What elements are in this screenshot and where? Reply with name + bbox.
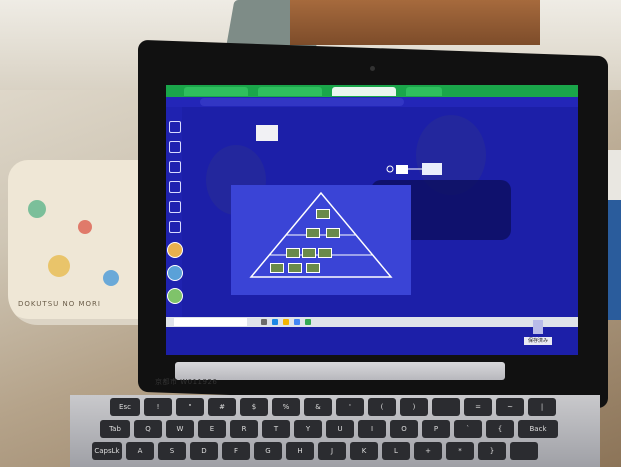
keyboard-key[interactable]: J bbox=[318, 442, 346, 460]
web-icon[interactable] bbox=[169, 201, 181, 213]
food-pyramid bbox=[249, 191, 393, 278]
keyboard-key[interactable]: ' bbox=[336, 398, 364, 416]
task-view-icon[interactable] bbox=[261, 319, 267, 325]
organism-photo[interactable] bbox=[286, 248, 300, 258]
keyboard-key[interactable]: W bbox=[166, 420, 194, 438]
keyboard-key[interactable]: Back bbox=[518, 420, 558, 438]
trash-icon[interactable] bbox=[533, 320, 543, 334]
keyboard-key[interactable]: & bbox=[304, 398, 332, 416]
store-icon[interactable] bbox=[294, 319, 300, 325]
image-icon[interactable] bbox=[169, 181, 181, 193]
camera-icon[interactable] bbox=[169, 121, 181, 133]
avatar[interactable] bbox=[167, 265, 183, 281]
keyboard-key[interactable]: Q bbox=[134, 420, 162, 438]
browser-tab-active[interactable] bbox=[332, 87, 396, 96]
pencil-case-pattern bbox=[48, 255, 70, 277]
keyboard-key[interactable]: Y bbox=[294, 420, 322, 438]
keyboard-key[interactable]: # bbox=[208, 398, 236, 416]
organism-photo[interactable] bbox=[306, 228, 320, 238]
keyboard-key[interactable]: ) bbox=[400, 398, 428, 416]
pencil-case-pattern bbox=[103, 270, 119, 286]
keyboard-key[interactable]: Esc bbox=[110, 398, 140, 416]
organism-photo[interactable] bbox=[316, 209, 330, 219]
wooden-cabinet bbox=[290, 0, 540, 45]
chrome-icon[interactable] bbox=[305, 319, 311, 325]
keyboard-key[interactable]: + bbox=[414, 442, 442, 460]
laptop-hinge bbox=[175, 362, 505, 380]
laptop-screen: 保存済み bbox=[166, 85, 578, 355]
taskbar-search[interactable] bbox=[174, 318, 247, 326]
keyboard-key[interactable]: ( bbox=[368, 398, 396, 416]
photo-scene: DOKUTSU NO MORI 保存済み 京都市 W011926 Esc ! "… bbox=[0, 0, 621, 467]
keyboard-key[interactable]: P bbox=[422, 420, 450, 438]
keyboard-key[interactable] bbox=[432, 398, 460, 416]
keyboard-key[interactable]: ~ bbox=[496, 398, 524, 416]
keyboard-key[interactable]: U bbox=[326, 420, 354, 438]
avatar[interactable] bbox=[167, 288, 183, 304]
url-field[interactable] bbox=[200, 98, 404, 106]
explorer-icon[interactable] bbox=[283, 319, 289, 325]
pencil-case-text: DOKUTSU NO MORI bbox=[18, 300, 101, 308]
asset-label: 京都市 W011926 bbox=[155, 378, 218, 386]
card-connector bbox=[386, 163, 442, 175]
tool-sidebar bbox=[166, 107, 183, 317]
organism-photo[interactable] bbox=[302, 248, 316, 258]
avatar[interactable] bbox=[167, 242, 183, 258]
keyboard-key[interactable]: O bbox=[390, 420, 418, 438]
organism-photo[interactable] bbox=[288, 263, 302, 273]
organism-photo[interactable] bbox=[318, 248, 332, 258]
keyboard-key[interactable]: A bbox=[126, 442, 154, 460]
keyboard-key[interactable]: } bbox=[478, 442, 506, 460]
edge-icon[interactable] bbox=[272, 319, 278, 325]
keyboard-key[interactable]: % bbox=[272, 398, 300, 416]
keyboard-key[interactable]: { bbox=[486, 420, 514, 438]
organism-photo[interactable] bbox=[306, 263, 320, 273]
keyboard-key[interactable]: F bbox=[222, 442, 250, 460]
keyboard-key[interactable]: I bbox=[358, 420, 386, 438]
browser-tab[interactable] bbox=[406, 87, 442, 96]
keyboard-key[interactable]: E bbox=[198, 420, 226, 438]
blank-card[interactable] bbox=[256, 125, 278, 141]
keyboard-key[interactable]: Tab bbox=[100, 420, 130, 438]
webcam bbox=[370, 66, 375, 71]
save-status-button[interactable]: 保存済み bbox=[524, 337, 552, 345]
browser-tab[interactable] bbox=[258, 87, 322, 96]
keyboard-key[interactable]: G bbox=[254, 442, 282, 460]
organism-photo[interactable] bbox=[270, 263, 284, 273]
keyboard-key[interactable]: * bbox=[446, 442, 474, 460]
keyboard-key[interactable]: R bbox=[230, 420, 258, 438]
keyboard-key[interactable]: D bbox=[190, 442, 218, 460]
card-icon[interactable] bbox=[169, 141, 181, 153]
pencil-case-pattern bbox=[78, 220, 92, 234]
keyboard-key[interactable]: S bbox=[158, 442, 186, 460]
keyboard-key[interactable]: = bbox=[464, 398, 492, 416]
keyboard-key[interactable]: ` bbox=[454, 420, 482, 438]
keyboard-key[interactable] bbox=[510, 442, 538, 460]
keyboard-key[interactable]: K bbox=[350, 442, 378, 460]
browser-tabbar bbox=[166, 85, 578, 97]
file-icon[interactable] bbox=[169, 221, 181, 233]
keyboard-key[interactable]: CapsLk bbox=[92, 442, 122, 460]
keyboard-key[interactable]: ! bbox=[144, 398, 172, 416]
browser-tab[interactable] bbox=[184, 87, 248, 96]
keyboard-key[interactable]: | bbox=[528, 398, 556, 416]
keyboard-key[interactable]: H bbox=[286, 442, 314, 460]
keyboard-key[interactable]: L bbox=[382, 442, 410, 460]
keyboard-key[interactable]: $ bbox=[240, 398, 268, 416]
note-icon[interactable] bbox=[169, 161, 181, 173]
keyboard-key[interactable]: " bbox=[176, 398, 204, 416]
organism-photo[interactable] bbox=[326, 228, 340, 238]
keyboard-key[interactable]: T bbox=[262, 420, 290, 438]
pencil-case-pattern bbox=[28, 200, 46, 218]
